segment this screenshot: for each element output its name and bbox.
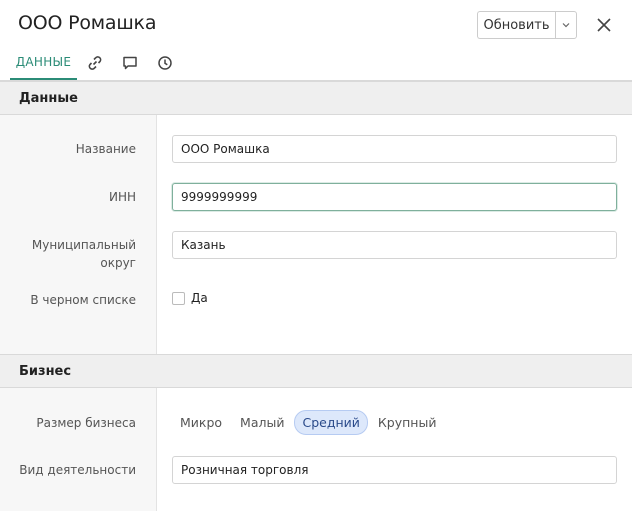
size-option-medium[interactable]: Средний [294, 410, 368, 435]
section-header-business: Бизнес [0, 354, 632, 388]
name-field[interactable]: ООО Ромашка [172, 135, 617, 163]
district-label: Муниципальный округ [31, 238, 136, 270]
business-size-label: Размер бизнеса [36, 416, 136, 430]
blacklist-label: В черном списке [30, 293, 136, 307]
tab-history[interactable] [147, 46, 182, 80]
close-button[interactable] [594, 15, 614, 35]
inn-label: ИНН [108, 190, 136, 204]
label-column-business [0, 388, 157, 511]
refresh-options-button[interactable] [555, 11, 577, 39]
page-title: ООО Ромашка [18, 12, 157, 34]
business-size-selector: Микро Малый Средний Крупный [172, 410, 446, 435]
refresh-split-button: Обновить [477, 11, 577, 39]
dialog-header: ООО Ромашка Обновить ДАННЫЕ [0, 0, 632, 80]
size-option-large[interactable]: Крупный [370, 410, 445, 435]
tab-bar: ДАННЫЕ [10, 46, 182, 80]
comment-icon [122, 56, 137, 70]
tab-data[interactable]: ДАННЫЕ [10, 46, 77, 80]
size-option-micro[interactable]: Микро [172, 410, 230, 435]
chevron-down-icon [562, 23, 570, 28]
district-field[interactable]: Казань [172, 231, 617, 259]
blacklist-checkbox[interactable] [172, 291, 185, 305]
activity-field[interactable]: Розничная торговля [172, 456, 617, 484]
link-icon [88, 56, 101, 70]
close-icon [597, 18, 611, 32]
section-header-data: Данные [0, 81, 632, 115]
blacklist-checkbox-row[interactable]: Да [172, 291, 208, 305]
inn-field[interactable]: 9999999999 [172, 183, 617, 211]
history-icon [157, 56, 172, 70]
refresh-button[interactable]: Обновить [477, 11, 555, 39]
activity-label: Вид деятельности [19, 463, 136, 477]
blacklist-option-label[interactable]: Да [191, 291, 208, 305]
tab-links[interactable] [77, 46, 112, 80]
tab-comments[interactable] [112, 46, 147, 80]
name-label: Название [75, 142, 136, 156]
size-option-small[interactable]: Малый [232, 410, 292, 435]
